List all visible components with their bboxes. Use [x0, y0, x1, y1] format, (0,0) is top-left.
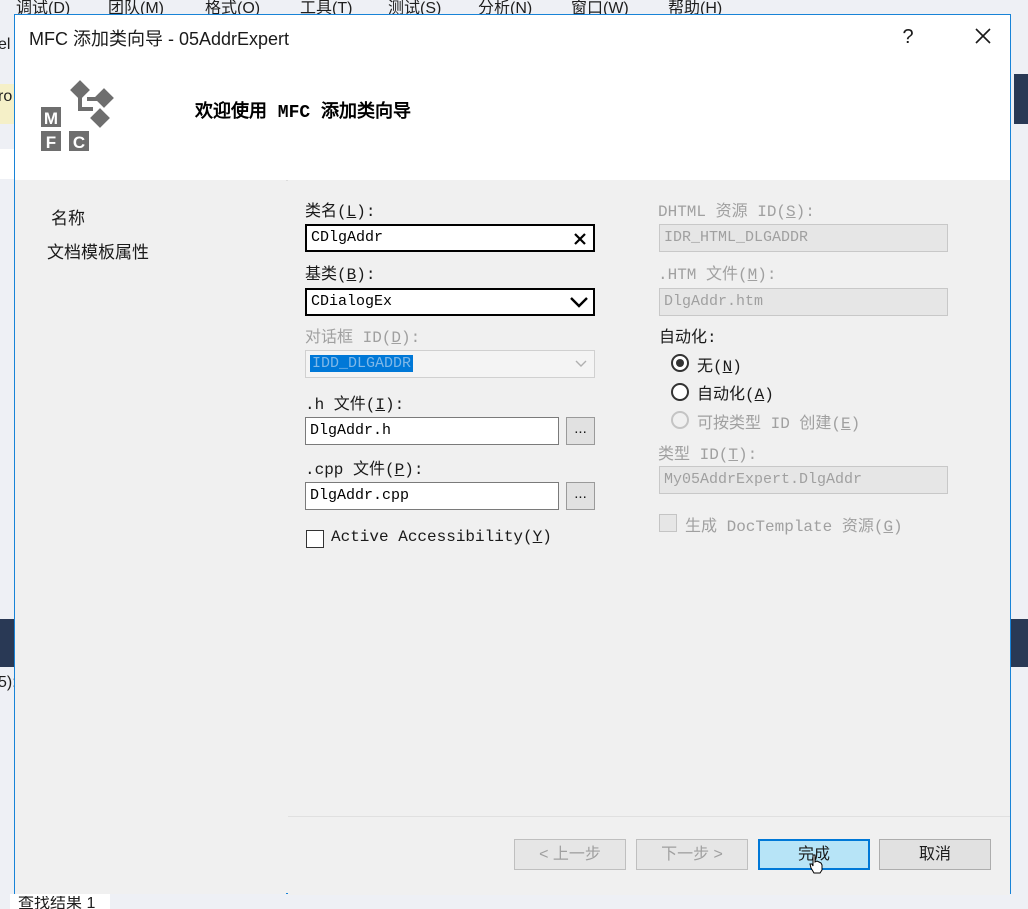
ide-fragment: ro — [0, 88, 13, 105]
chevron-down-icon — [575, 360, 587, 367]
menu-help[interactable]: 帮助(H) — [668, 0, 722, 14]
ide-fragment: 5): — [0, 674, 14, 691]
dialog-id-value: IDD_DLGADDR — [310, 355, 414, 372]
wizard-nav-panel: 名称 文档模板属性 — [15, 180, 286, 894]
active-accessibility-label[interactable]: Active Accessibility(Y) — [331, 528, 552, 546]
menu-analyze[interactable]: 分析(N) — [478, 0, 532, 14]
mfc-logo-icon: M F C — [41, 80, 114, 152]
nav-item-name[interactable]: 名称 — [51, 204, 85, 229]
find-results-tab[interactable]: 查找结果 1 — [18, 896, 95, 909]
base-class-select[interactable]: CDialogEx — [305, 288, 595, 316]
logo-letter-m: M — [44, 109, 58, 128]
wizard-banner: M F C 欢迎使用 MFC 添加类向导 — [15, 59, 1010, 181]
htm-file-value: DlgAddr.htm — [664, 293, 764, 310]
htm-file-input[interactable]: DlgAddr.htm — [659, 288, 948, 316]
automation-none-radio[interactable] — [671, 354, 689, 372]
automation-auto-radio[interactable] — [671, 383, 689, 401]
wizard-footer: < 上一步 下一步 > 完成 取消 — [288, 816, 1010, 895]
dialog-id-label: 对话框 ID(D): — [305, 329, 421, 347]
class-name-input[interactable]: CDlgAddr — [305, 224, 595, 252]
class-name-value: CDlgAddr — [311, 229, 384, 246]
ide-bottom-bar — [0, 894, 1028, 909]
logo-letter-f: F — [46, 133, 56, 152]
wizard-content: 类名(L): CDlgAddr 基类(B): CDialogEx 对话框 ID(… — [288, 180, 1010, 816]
dialog-id-select[interactable]: IDD_DLGADDR — [305, 350, 595, 378]
logo-letter-c: C — [73, 133, 85, 152]
chevron-down-icon — [570, 297, 588, 308]
banner-title: 欢迎使用 MFC 添加类向导 — [195, 103, 412, 123]
cancel-button[interactable]: 取消 — [879, 839, 991, 870]
h-file-value: DlgAddr.h — [310, 422, 392, 439]
menu-format[interactable]: 格式(O) — [205, 0, 260, 14]
menu-test[interactable]: 测试(S) — [388, 0, 441, 14]
automation-auto-label[interactable]: 自动化(A) — [697, 380, 774, 404]
base-class-value: CDialogEx — [311, 293, 393, 310]
ide-left-strip: el ro 5): — [0, 14, 14, 894]
prev-button[interactable]: < 上一步 — [514, 839, 626, 870]
dialog-titlebar: MFC 添加类向导 - 05AddrExpert ? — [15, 15, 1010, 59]
close-button[interactable] — [960, 19, 1006, 55]
class-name-label: 类名(L): — [305, 203, 376, 221]
dhtml-id-input[interactable]: IDR_HTML_DLGADDR — [659, 224, 948, 252]
next-button[interactable]: 下一步 > — [636, 839, 748, 870]
automation-creatable-label[interactable]: 可按类型 ID 创建(E) — [697, 409, 860, 433]
ide-fragment: el — [0, 36, 11, 53]
h-file-input[interactable]: DlgAddr.h — [305, 417, 559, 445]
base-class-label: 基类(B): — [305, 266, 376, 284]
dhtml-id-value: IDR_HTML_DLGADDR — [664, 229, 809, 246]
dialog-title: MFC 添加类向导 - 05AddrExpert — [29, 29, 290, 49]
gen-doctemplate-label[interactable]: 生成 DocTemplate 资源(G) — [685, 512, 903, 536]
cpp-file-input[interactable]: DlgAddr.cpp — [305, 482, 559, 510]
htm-file-label: .HTM 文件(M): — [658, 266, 777, 284]
close-icon — [975, 28, 991, 44]
help-button[interactable]: ? — [888, 21, 928, 53]
nav-item-doc-template[interactable]: 文档模板属性 — [47, 238, 149, 263]
ide-right-strip — [1011, 14, 1028, 894]
gen-doctemplate-checkbox[interactable] — [659, 514, 677, 532]
h-file-browse-button[interactable]: ... — [566, 417, 595, 445]
active-accessibility-checkbox[interactable] — [306, 530, 324, 548]
menu-team[interactable]: 团队(M) — [108, 0, 164, 14]
hand-cursor-icon — [809, 854, 823, 874]
menu-tools[interactable]: 工具(T) — [300, 0, 352, 14]
ide-menubar: 调试(D) 团队(M) 格式(O) 工具(T) 测试(S) 分析(N) 窗口(W… — [0, 0, 1028, 14]
automation-none-label[interactable]: 无(N) — [697, 352, 742, 376]
automation-label: 自动化: — [659, 329, 717, 347]
clear-icon[interactable] — [573, 232, 587, 246]
dhtml-id-label: DHTML 资源 ID(S): — [658, 203, 815, 221]
type-id-value: My05AddrExpert.DlgAddr — [664, 471, 863, 488]
h-file-label: .h 文件(I): — [305, 396, 405, 414]
type-id-label: 类型 ID(T): — [658, 446, 758, 464]
mfc-add-class-dialog: MFC 添加类向导 - 05AddrExpert ? M F C 欢迎使用 MF… — [14, 14, 1011, 895]
type-id-input[interactable]: My05AddrExpert.DlgAddr — [659, 466, 948, 494]
menu-debug[interactable]: 调试(D) — [16, 0, 70, 14]
automation-creatable-radio[interactable] — [671, 411, 689, 429]
menu-window[interactable]: 窗口(W) — [571, 0, 629, 14]
cpp-file-browse-button[interactable]: ... — [566, 482, 595, 510]
cpp-file-label: .cpp 文件(P): — [305, 461, 424, 479]
cpp-file-value: DlgAddr.cpp — [310, 487, 410, 504]
